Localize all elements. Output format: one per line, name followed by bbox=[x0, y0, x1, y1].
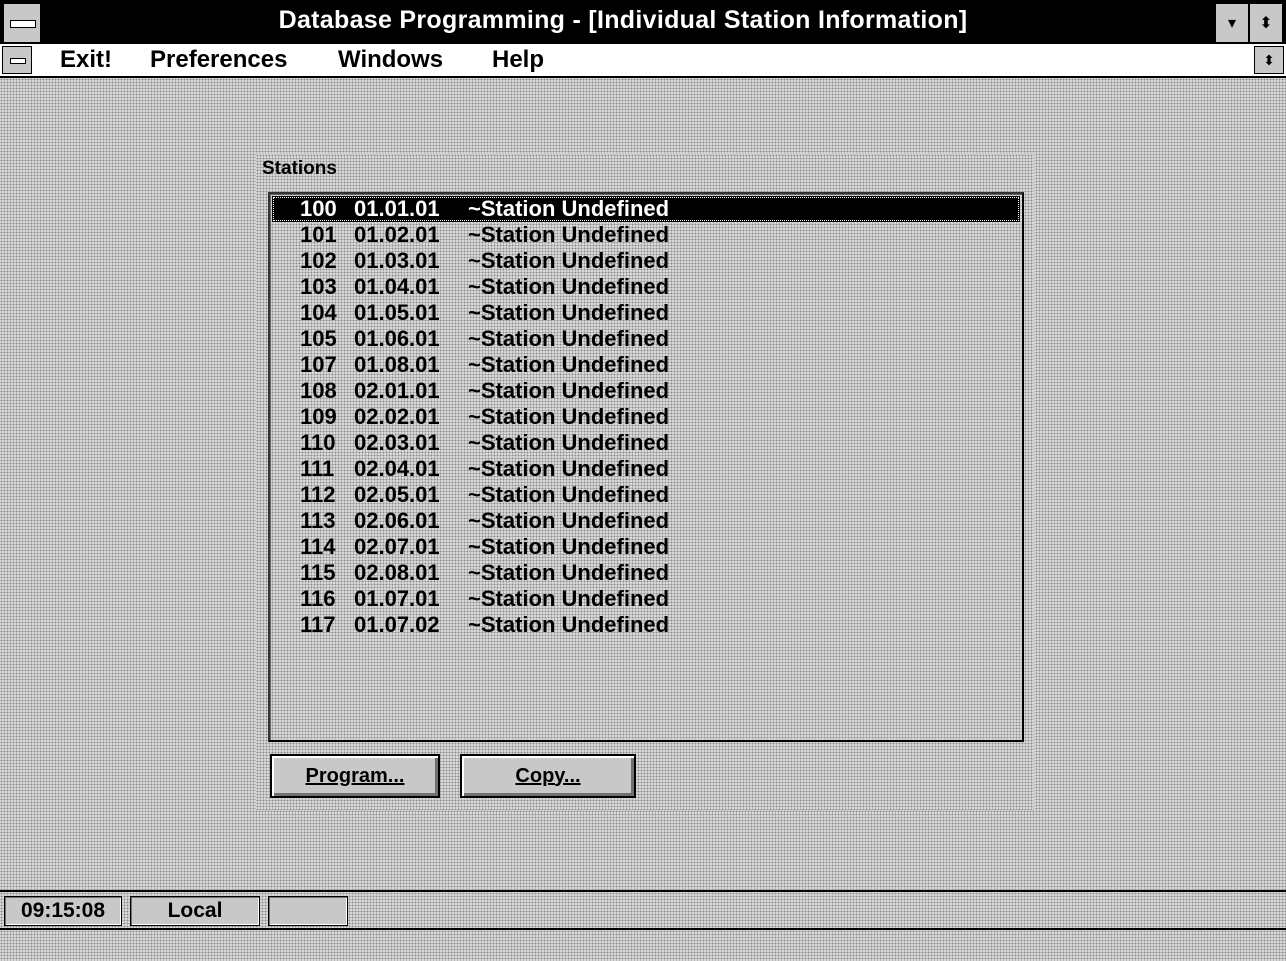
station-port: 02.03.01 bbox=[354, 430, 440, 455]
station-number: 117 bbox=[300, 612, 336, 637]
title-bar: Database Programming - [Individual Stati… bbox=[0, 0, 1286, 44]
station-row[interactable]: 112 02.05.01 ~Station Undefined bbox=[272, 482, 1020, 508]
station-row[interactable]: 101 01.02.01 ~Station Undefined bbox=[272, 222, 1020, 248]
station-name: ~Station Undefined bbox=[468, 378, 670, 403]
station-port: 01.03.01 bbox=[354, 248, 440, 273]
station-name: ~Station Undefined bbox=[468, 326, 670, 351]
station-number: 111 bbox=[300, 456, 335, 481]
station-port: 02.04.01 bbox=[354, 456, 440, 481]
station-number: 113 bbox=[300, 508, 336, 533]
station-row[interactable]: 103 01.04.01 ~Station Undefined bbox=[272, 274, 1020, 300]
bottom-strip bbox=[0, 928, 1286, 961]
station-number: 110 bbox=[300, 430, 336, 455]
station-row[interactable]: 109 02.02.01 ~Station Undefined bbox=[272, 404, 1020, 430]
copy-button[interactable]: Copy... bbox=[460, 754, 636, 798]
station-name: ~Station Undefined bbox=[468, 248, 670, 273]
restore-button[interactable]: ⬍ bbox=[1248, 4, 1282, 42]
document-system-menu-button[interactable] bbox=[2, 46, 32, 74]
station-name: ~Station Undefined bbox=[468, 300, 670, 325]
station-row[interactable]: 116 01.07.01 ~Station Undefined bbox=[272, 586, 1020, 612]
station-row[interactable]: 114 02.07.01 ~Station Undefined bbox=[272, 534, 1020, 560]
document-restore-icon: ⬍ bbox=[1263, 51, 1275, 68]
station-port: 02.08.01 bbox=[354, 560, 440, 585]
station-port: 01.05.01 bbox=[354, 300, 440, 325]
station-number: 107 bbox=[300, 352, 337, 377]
station-number: 103 bbox=[300, 274, 337, 299]
status-bar: 09:15:08 Local bbox=[0, 890, 1286, 928]
station-number: 100 bbox=[300, 196, 337, 221]
station-port: 01.07.02 bbox=[354, 612, 440, 637]
document-menu-icon bbox=[10, 58, 26, 64]
station-row[interactable]: 107 01.08.01 ~Station Undefined bbox=[272, 352, 1020, 378]
station-number: 112 bbox=[300, 482, 336, 507]
system-menu-button[interactable] bbox=[4, 4, 42, 42]
station-number: 109 bbox=[300, 404, 337, 429]
station-name: ~Station Undefined bbox=[468, 586, 670, 611]
stations-listbox[interactable]: 100 01.01.01 ~Station Undefined 101 01.02.01… bbox=[268, 192, 1024, 742]
station-name: ~Station Undefined bbox=[468, 612, 670, 637]
station-name: ~Station Undefined bbox=[468, 352, 670, 377]
station-number: 114 bbox=[300, 534, 336, 559]
menu-help[interactable]: Help bbox=[492, 46, 544, 74]
station-port: 01.08.01 bbox=[354, 352, 440, 377]
station-row[interactable]: 113 02.06.01 ~Station Undefined bbox=[272, 508, 1020, 534]
program-button[interactable]: Program... bbox=[270, 754, 440, 798]
minimize-button[interactable]: ▾ bbox=[1214, 4, 1248, 42]
status-mode: Local bbox=[130, 896, 260, 926]
station-row[interactable]: 105 01.06.01 ~Station Undefined bbox=[272, 326, 1020, 352]
station-number: 104 bbox=[300, 300, 337, 325]
station-port: 01.04.01 bbox=[354, 274, 440, 299]
station-number: 102 bbox=[300, 248, 337, 273]
station-port: 02.07.01 bbox=[354, 534, 440, 559]
menu-bar: Exit! Preferences Windows Help ⬍ bbox=[0, 44, 1286, 78]
menu-windows[interactable]: Windows bbox=[338, 46, 443, 74]
station-number: 108 bbox=[300, 378, 337, 403]
status-extra bbox=[268, 896, 348, 926]
station-row[interactable]: 108 02.01.01 ~Station Undefined bbox=[272, 378, 1020, 404]
stations-label: Stations bbox=[262, 158, 337, 179]
system-menu-icon bbox=[10, 20, 36, 28]
station-row[interactable]: 110 02.03.01 ~Station Undefined bbox=[272, 430, 1020, 456]
station-port: 01.07.01 bbox=[354, 586, 440, 611]
station-name: ~Station Undefined bbox=[468, 560, 670, 585]
station-name: ~Station Undefined bbox=[468, 196, 670, 221]
station-port: 02.05.01 bbox=[354, 482, 440, 507]
station-port: 01.01.01 bbox=[354, 196, 440, 221]
station-port: 01.02.01 bbox=[354, 222, 440, 247]
minimize-icon: ▾ bbox=[1227, 15, 1237, 32]
station-name: ~Station Undefined bbox=[468, 274, 670, 299]
station-number: 115 bbox=[300, 560, 336, 585]
menu-exit[interactable]: Exit! bbox=[60, 46, 112, 74]
station-name: ~Station Undefined bbox=[468, 534, 670, 559]
station-number: 116 bbox=[300, 586, 336, 611]
station-row[interactable]: 115 02.08.01 ~Station Undefined bbox=[272, 560, 1020, 586]
station-port: 01.06.01 bbox=[354, 326, 440, 351]
station-name: ~Station Undefined bbox=[468, 222, 670, 247]
window-title: Database Programming - [Individual Stati… bbox=[278, 6, 968, 34]
station-name: ~Station Undefined bbox=[468, 456, 670, 481]
stations-group: Stations 100 01.01.01 ~Station Undefined 10… bbox=[256, 154, 1034, 810]
station-number: 101 bbox=[300, 222, 337, 247]
station-name: ~Station Undefined bbox=[468, 404, 670, 429]
menu-preferences[interactable]: Preferences bbox=[150, 46, 287, 74]
station-row[interactable]: 100 01.01.01 ~Station Undefined bbox=[272, 196, 1020, 222]
station-port: 02.02.01 bbox=[354, 404, 440, 429]
station-name: ~Station Undefined bbox=[468, 508, 670, 533]
client-area: Stations 100 01.01.01 ~Station Undefined 10… bbox=[0, 78, 1286, 890]
station-port: 02.06.01 bbox=[354, 508, 440, 533]
status-time: 09:15:08 bbox=[4, 896, 122, 926]
station-name: ~Station Undefined bbox=[468, 430, 670, 455]
station-name: ~Station Undefined bbox=[468, 482, 670, 507]
restore-icon: ⬍ bbox=[1259, 15, 1273, 32]
station-row[interactable]: 104 01.05.01 ~Station Undefined bbox=[272, 300, 1020, 326]
station-port: 02.01.01 bbox=[354, 378, 440, 403]
station-number: 105 bbox=[300, 326, 337, 351]
station-row[interactable]: 102 01.03.01 ~Station Undefined bbox=[272, 248, 1020, 274]
station-row[interactable]: 111 02.04.01 ~Station Undefined bbox=[272, 456, 1020, 482]
document-restore-button[interactable]: ⬍ bbox=[1254, 46, 1284, 74]
station-row[interactable]: 117 01.07.02 ~Station Undefined bbox=[272, 612, 1020, 638]
